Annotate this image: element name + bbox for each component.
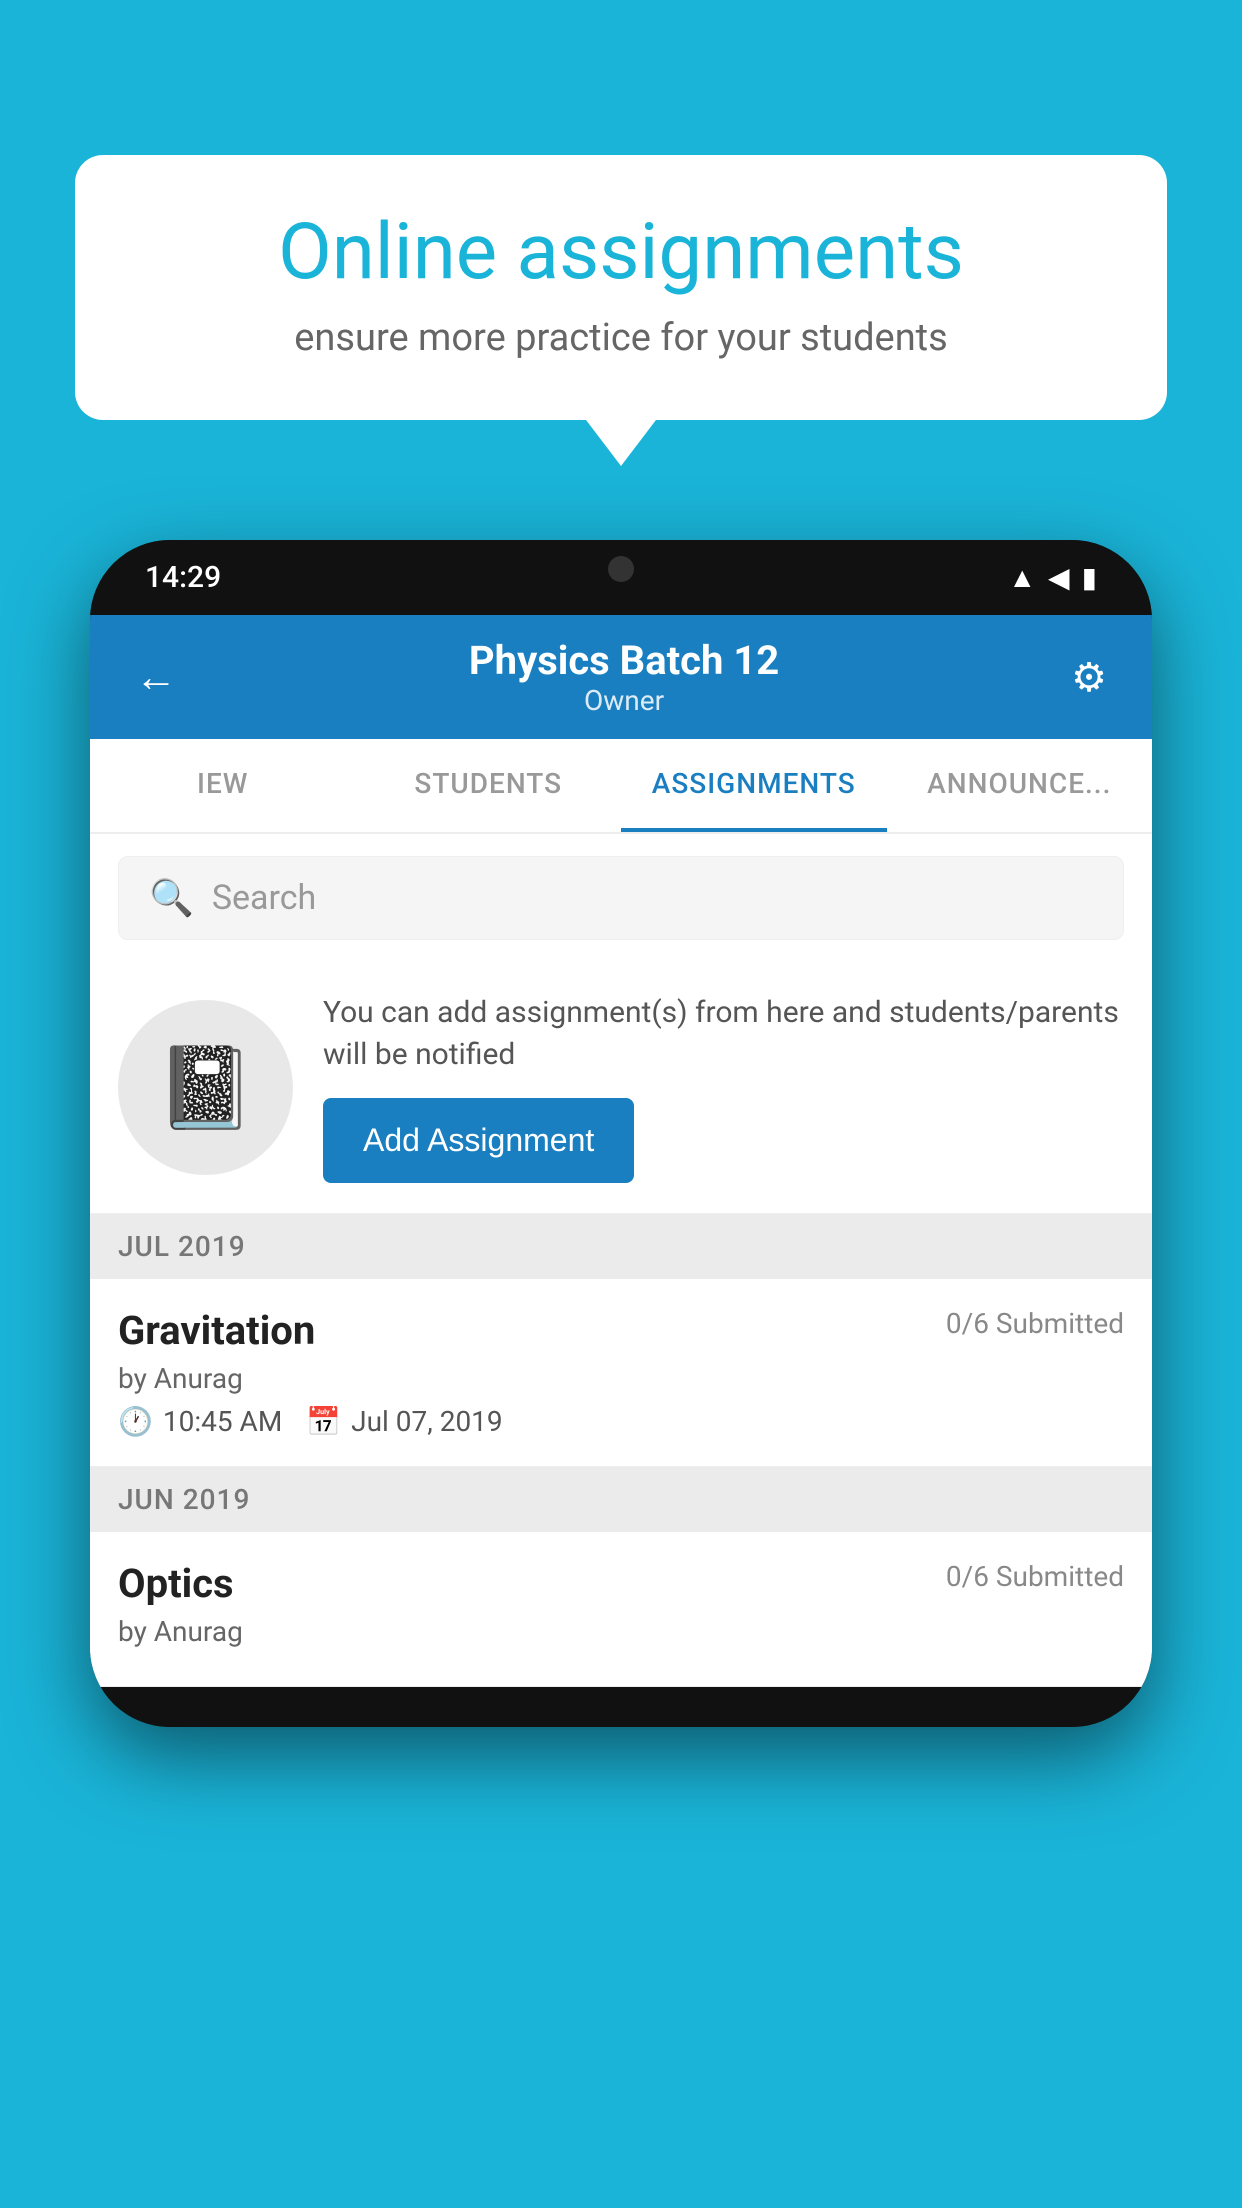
tab-students[interactable]: STUDENTS [356,739,622,832]
month-label-jun: JUN 2019 [118,1483,250,1516]
assignment-item-gravitation[interactable]: Gravitation 0/6 Submitted by Anurag 🕐 10… [90,1279,1152,1467]
assignment-header-optics: Optics 0/6 Submitted [118,1560,1124,1607]
tab-announcements[interactable]: ANNOUNCE... [887,739,1153,832]
app-bar-center: Physics Batch 12 Owner [469,637,779,717]
settings-icon[interactable]: ⚙ [1071,654,1107,701]
assignment-details-gravitation: 🕐 10:45 AM 📅 Jul 07, 2019 [118,1405,1124,1438]
tab-assignments[interactable]: ASSIGNMENTS [621,739,887,832]
add-assignment-button[interactable]: Add Assignment [323,1098,634,1183]
assignment-icon-circle: 📓 [118,1000,293,1175]
date-label-gravitation: Jul 07, 2019 [351,1405,503,1438]
battery-icon: ▮ [1082,561,1097,594]
back-button[interactable]: ← [135,653,177,702]
assignment-description: You can add assignment(s) from here and … [323,992,1124,1076]
assignment-item-optics[interactable]: Optics 0/6 Submitted by Anurag [90,1532,1152,1687]
month-divider-jun: JUN 2019 [90,1467,1152,1532]
assignment-name-optics: Optics [118,1560,234,1607]
status-icons: ▲ ◀ ▮ [1008,561,1097,594]
notch-camera [608,556,634,582]
assignment-name-gravitation: Gravitation [118,1307,315,1354]
speech-bubble-title: Online assignments [135,210,1107,296]
phone-device: 14:29 ▲ ◀ ▮ ← Physics Batch 12 Owner ⚙ I… [90,540,1152,1727]
tab-iew[interactable]: IEW [90,739,356,832]
time-label-gravitation: 10:45 AM [163,1405,282,1438]
speech-bubble-subtitle: ensure more practice for your students [135,316,1107,360]
calendar-icon: 📅 [306,1405,341,1438]
tab-bar: IEW STUDENTS ASSIGNMENTS ANNOUNCE... [90,739,1152,834]
status-bar: 14:29 ▲ ◀ ▮ [90,540,1152,615]
speech-bubble-container: Online assignments ensure more practice … [75,155,1167,420]
assignment-info: You can add assignment(s) from here and … [323,992,1124,1183]
search-input[interactable]: 🔍 Search [118,856,1124,940]
assignment-date-gravitation: 📅 Jul 07, 2019 [306,1405,502,1438]
search-icon: 🔍 [149,877,194,919]
search-bar-container: 🔍 Search [90,834,1152,962]
add-assignment-section: 📓 You can add assignment(s) from here an… [90,962,1152,1214]
status-time: 14:29 [145,560,221,595]
assignment-time-gravitation: 🕐 10:45 AM [118,1405,282,1438]
app-bar-subtitle: Owner [469,684,779,717]
phone-screen: 🔍 Search 📓 You can add assignment(s) fro… [90,834,1152,1687]
app-bar-title: Physics Batch 12 [469,637,779,684]
submitted-count-optics: 0/6 Submitted [946,1560,1124,1593]
assignment-header-gravitation: Gravitation 0/6 Submitted [118,1307,1124,1354]
month-divider-jul: JUL 2019 [90,1214,1152,1279]
assignment-author-gravitation: by Anurag [118,1362,1124,1395]
app-bar: ← Physics Batch 12 Owner ⚙ [90,615,1152,739]
clock-icon: 🕐 [118,1405,153,1438]
search-placeholder: Search [212,878,316,918]
notebook-icon: 📓 [156,1041,256,1135]
phone-bottom [90,1687,1152,1727]
phone-notch [531,540,711,598]
wifi-icon: ▲ [1008,561,1036,594]
submitted-count-gravitation: 0/6 Submitted [946,1307,1124,1340]
month-label-jul: JUL 2019 [118,1230,246,1263]
speech-bubble: Online assignments ensure more practice … [75,155,1167,420]
assignment-author-optics: by Anurag [118,1615,1124,1648]
signal-icon: ◀ [1048,561,1070,594]
